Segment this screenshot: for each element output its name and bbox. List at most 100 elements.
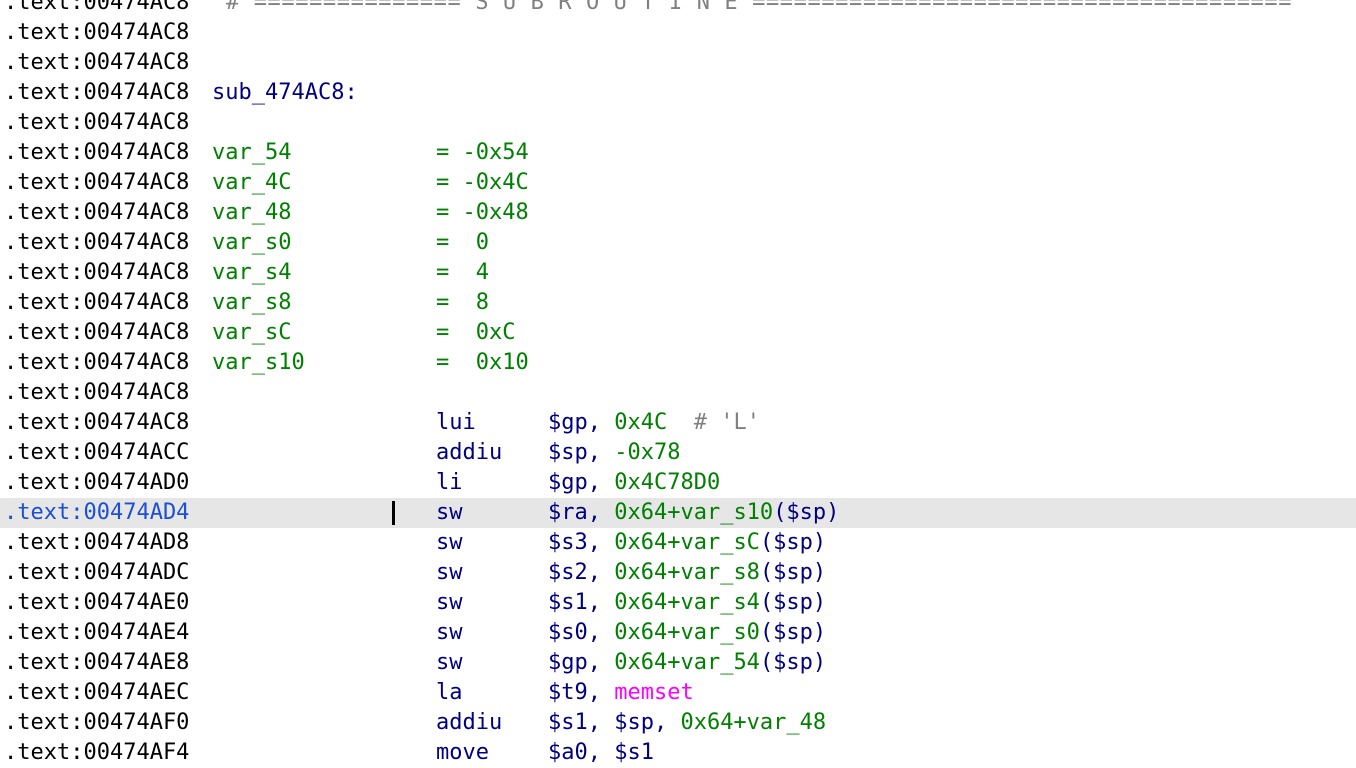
address-label[interactable]: .text:00474AF4 [4, 738, 189, 768]
address-label[interactable]: .text:00474AC8 [4, 258, 189, 288]
listing-line[interactable]: .text:00474AC8 [0, 378, 1356, 408]
listing-line[interactable]: .text:00474AC8 var_4C = -0x4C [0, 168, 1356, 198]
address-label[interactable]: .text:00474AC8 [4, 168, 189, 198]
address-label[interactable]: .text:00474AC8 [4, 288, 189, 318]
address-label[interactable]: .text:00474ADC [4, 558, 189, 588]
listing-line[interactable]: .text:00474AE8 sw $gp, 0x64+var_54($sp) [0, 648, 1356, 678]
instruction-mnemonic[interactable]: li [436, 468, 463, 498]
listing-line[interactable]: .text:00474ACC addiu $sp, -0x78 [0, 438, 1356, 468]
address-label[interactable]: .text:00474AC8 [4, 228, 189, 258]
operand-token: ($sp) [759, 620, 827, 645]
operand-token: 0x64+var_48 [680, 710, 827, 735]
listing-line[interactable]: .text:00474AEC la $t9, memset [0, 678, 1356, 708]
function-reference[interactable]: memset [614, 680, 693, 705]
operand-token: $s0, [548, 620, 615, 645]
instruction-operands[interactable]: $sp, -0x78 [548, 438, 680, 468]
instruction-operands[interactable]: $s2, 0x64+var_s8($sp) [548, 558, 826, 588]
address-label[interactable]: .text:00474AC8 [4, 78, 189, 108]
listing-line[interactable]: .text:00474AC8 var_s4 = 4 [0, 258, 1356, 288]
listing-line[interactable]: .text:00474AC8 var_s10 = 0x10 [0, 348, 1356, 378]
address-label[interactable]: .text:00474AC8 [4, 198, 189, 228]
listing-line[interactable]: .text:00474AC8 sub_474AC8: [0, 78, 1356, 108]
instruction-operands[interactable]: $gp, 0x4C78D0 [548, 468, 720, 498]
address-label[interactable]: .text:00474AC8 [4, 108, 189, 138]
stack-variable-name[interactable]: var_s10 [212, 348, 305, 378]
instruction-mnemonic[interactable]: move [436, 738, 489, 768]
stack-variable-name[interactable]: var_s8 [212, 288, 291, 318]
operand-token: ($sp) [759, 650, 827, 675]
listing-line[interactable]: .text:00474AC8 [0, 18, 1356, 48]
listing-line[interactable]: .text:00474AF0 addiu $s1, $sp, 0x64+var_48 [0, 708, 1356, 738]
instruction-mnemonic[interactable]: lui [436, 408, 476, 438]
stack-variable-offset: = 0 [436, 230, 489, 255]
instruction-operands[interactable]: $s0, 0x64+var_s0($sp) [548, 618, 826, 648]
address-label[interactable]: .text:00474AC8 [4, 18, 189, 48]
instruction-mnemonic[interactable]: la [436, 678, 463, 708]
instruction-mnemonic[interactable]: addiu [436, 708, 502, 738]
listing-line[interactable]: .text:00474AC8 var_s8 = 8 [0, 288, 1356, 318]
operand-token: $s2, [548, 560, 615, 585]
disassembly-listing[interactable]: .text:00474AC8 # =============== S U B R … [0, 0, 1356, 768]
stack-variable-name[interactable]: var_4C [212, 168, 291, 198]
stack-variable-name[interactable]: var_s0 [212, 228, 291, 258]
listing-line[interactable]: .text:00474AE0 sw $s1, 0x64+var_s4($sp) [0, 588, 1356, 618]
stack-variable-offset: = -0x48 [436, 200, 529, 225]
operand-token: $sp, [548, 440, 615, 465]
address-label[interactable]: .text:00474AC8 [4, 318, 189, 348]
operand-token: $gp, [548, 470, 615, 495]
instruction-mnemonic[interactable]: sw [436, 528, 463, 558]
instruction-operands[interactable]: $s1, 0x64+var_s4($sp) [548, 588, 826, 618]
address-label[interactable]: .text:00474AE8 [4, 648, 189, 678]
instruction-operands[interactable]: $gp, 0x64+var_54($sp) [548, 648, 826, 678]
stack-variable-name[interactable]: var_sC [212, 318, 291, 348]
instruction-operands[interactable]: $s3, 0x64+var_sC($sp) [548, 528, 826, 558]
listing-line[interactable]: .text:00474AC8 lui $gp, 0x4C # 'L' [0, 408, 1356, 438]
subroutine-label[interactable]: sub_474AC8: [212, 78, 358, 108]
address-label[interactable]: .text:00474AC8 [4, 48, 189, 78]
instruction-operands[interactable]: $s1, $sp, 0x64+var_48 [548, 708, 826, 738]
address-label[interactable]: .text:00474ACC [4, 438, 189, 468]
address-label[interactable]: .text:00474AEC [4, 678, 189, 708]
instruction-operands[interactable]: $a0, $s1 [548, 738, 654, 768]
instruction-mnemonic[interactable]: sw [436, 618, 463, 648]
stack-variable-name[interactable]: var_48 [212, 198, 291, 228]
listing-line[interactable]: .text:00474AE4 sw $s0, 0x64+var_s0($sp) [0, 618, 1356, 648]
instruction-mnemonic[interactable]: addiu [436, 438, 502, 468]
address-label[interactable]: .text:00474AE4 [4, 618, 189, 648]
address-label[interactable]: .text:00474AC8 [4, 408, 189, 438]
instruction-mnemonic[interactable]: sw [436, 588, 463, 618]
address-label[interactable]: .text:00474AF0 [4, 708, 189, 738]
listing-line[interactable]: .text:00474AD8 sw $s3, 0x64+var_sC($sp) [0, 528, 1356, 558]
instruction-mnemonic[interactable]: sw [436, 498, 463, 528]
listing-line[interactable]: .text:00474ADC sw $s2, 0x64+var_s8($sp) [0, 558, 1356, 588]
stack-variable-name[interactable]: var_54 [212, 138, 291, 168]
operand-token: ($sp) [773, 500, 840, 525]
instruction-operands[interactable]: $ra, 0x64+var_s10($sp) [548, 498, 839, 528]
address-label[interactable]: .text:00474AC8 [4, 378, 189, 408]
stack-variable-name[interactable]: var_s4 [212, 258, 291, 288]
address-label[interactable]: .text:00474AC8 [4, 138, 189, 168]
listing-line[interactable]: .text:00474AC8 var_s0 = 0 [0, 228, 1356, 258]
instruction-mnemonic[interactable]: sw [436, 558, 463, 588]
address-label[interactable]: .text:00474AD8 [4, 528, 189, 558]
address-label[interactable]: .text:00474AC8 [4, 348, 189, 378]
instruction-operands[interactable]: $t9, memset [548, 678, 694, 708]
listing-line[interactable]: .text:00474AD0 li $gp, 0x4C78D0 [0, 468, 1356, 498]
address-label[interactable]: .text:00474AD0 [4, 468, 189, 498]
operand-token: 0x64+var_s4 [614, 590, 760, 615]
listing-line[interactable]: .text:00474AC8 var_54 = -0x54 [0, 138, 1356, 168]
operand-token: -0x78 [614, 440, 681, 465]
stack-variable-offset: = 8 [436, 290, 489, 315]
listing-line[interactable]: .text:00474AC8 var_48 = -0x48 [0, 198, 1356, 228]
listing-line[interactable]: .text:00474AC8 [0, 108, 1356, 138]
instruction-mnemonic[interactable]: sw [436, 648, 463, 678]
listing-line[interactable]: .text:00474AC8 var_sC = 0xC [0, 318, 1356, 348]
address-label[interactable]: .text:00474AC8 [4, 0, 189, 18]
address-label[interactable]: .text:00474AD4 [4, 498, 189, 528]
selected-listing-line[interactable]: .text:00474AD4 sw $ra, 0x64+var_s10($sp) [0, 498, 1356, 528]
listing-line[interactable]: .text:00474AC8 # =============== S U B R … [0, 0, 1356, 18]
address-label[interactable]: .text:00474AE0 [4, 588, 189, 618]
listing-line[interactable]: .text:00474AF4 move $a0, $s1 [0, 738, 1356, 768]
instruction-operands[interactable]: $gp, 0x4C # 'L' [548, 408, 760, 438]
listing-line[interactable]: .text:00474AC8 [0, 48, 1356, 78]
